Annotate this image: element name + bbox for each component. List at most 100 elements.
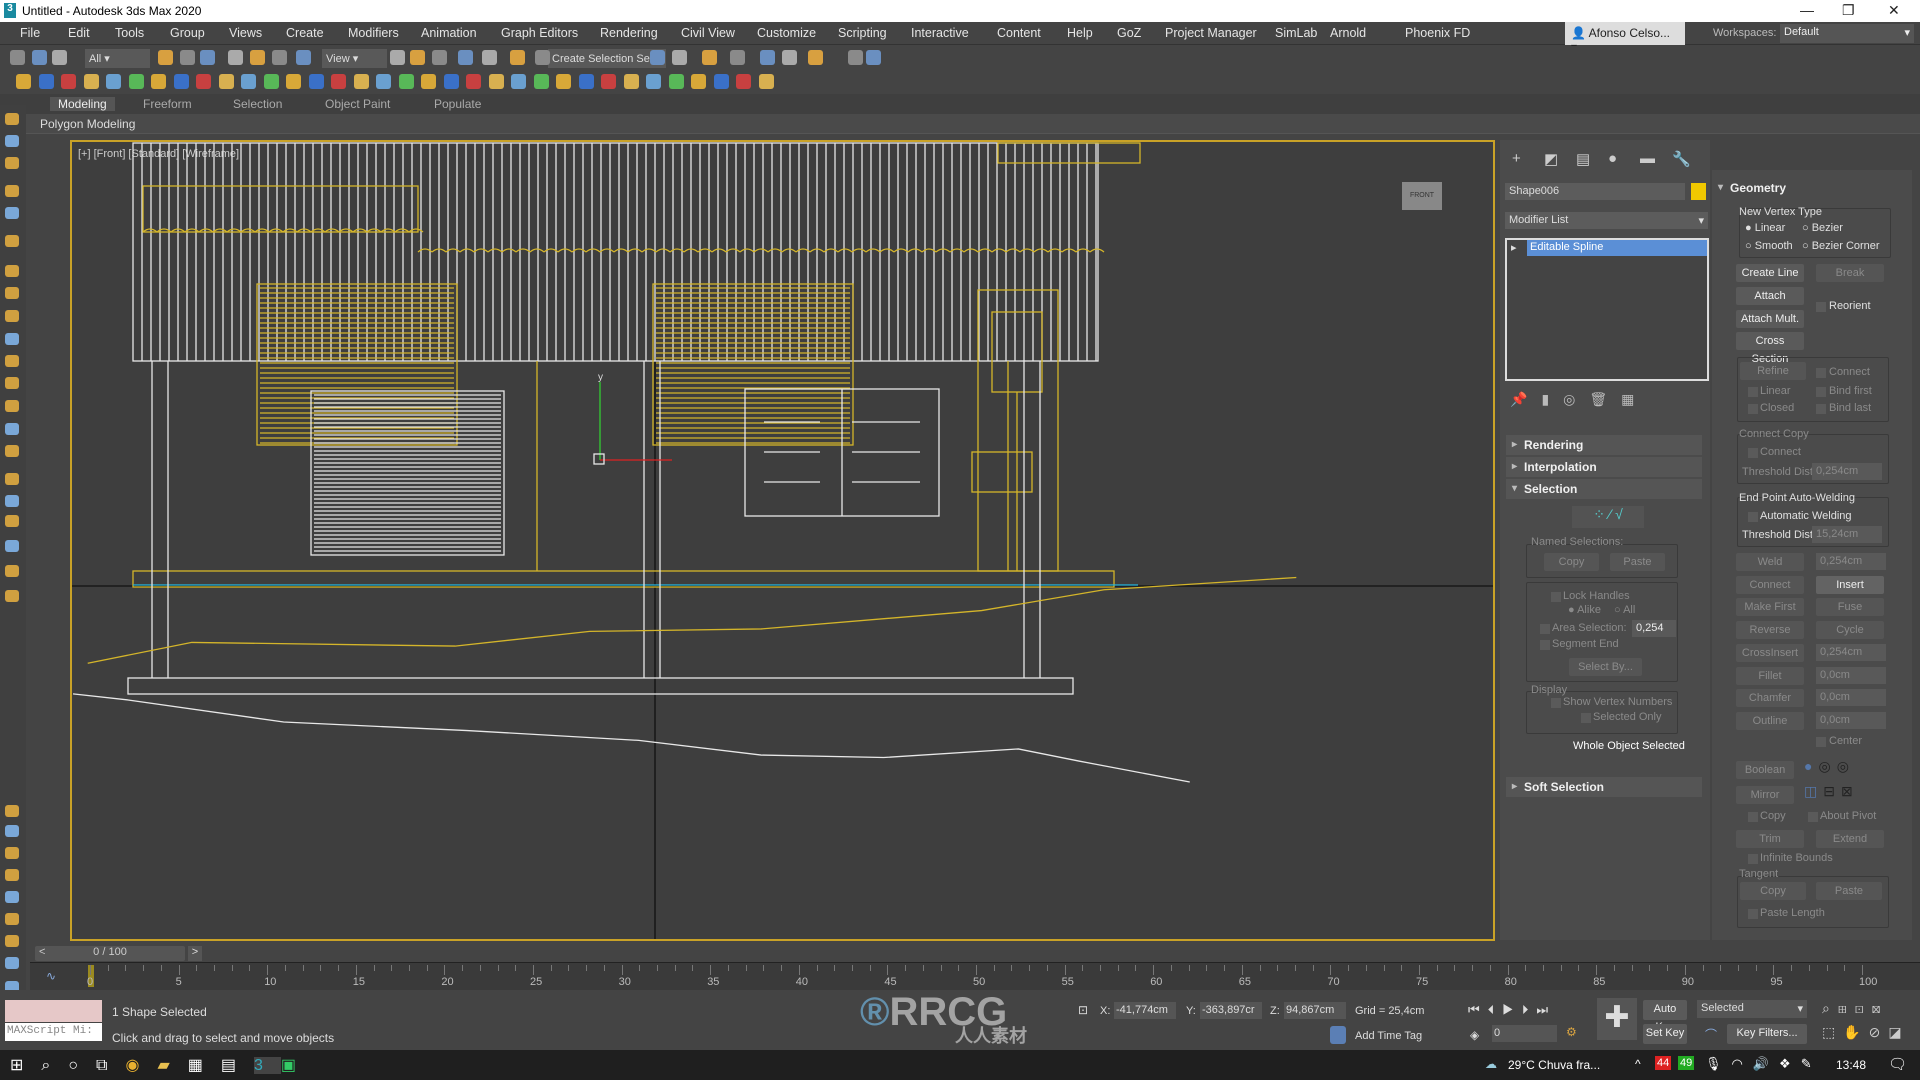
start-icon[interactable]: ⊞: [10, 1057, 41, 1074]
restore-button[interactable]: ❐: [1842, 2, 1855, 19]
toolbar-tool-icon[interactable]: [668, 74, 684, 89]
left-toolbar-icon[interactable]: [5, 825, 19, 837]
green-app-icon[interactable]: ▣: [281, 1057, 314, 1074]
left-toolbar-icon[interactable]: [5, 113, 19, 125]
left-toolbar-icon[interactable]: [5, 157, 19, 169]
left-toolbar-icon[interactable]: [5, 265, 19, 277]
prev-key-icon[interactable]: ⏴: [1488, 1002, 1503, 1017]
bezier-radio[interactable]: ○ Bezier: [1802, 222, 1843, 234]
object-name-field[interactable]: Shape006: [1505, 183, 1685, 200]
menu-file[interactable]: File: [20, 26, 40, 40]
mirror-horizontal-icon[interactable]: ◫: [1804, 783, 1823, 799]
menu-animation[interactable]: Animation: [421, 26, 477, 40]
ribbon-tab-populate[interactable]: Populate: [434, 97, 481, 111]
go-to-start-icon[interactable]: ⏮: [1468, 1002, 1488, 1017]
left-toolbar-icon[interactable]: [5, 869, 19, 881]
toolbar-tool-icon[interactable]: [650, 50, 665, 65]
expand-icon[interactable]: ▸: [1511, 241, 1517, 254]
weather-text[interactable]: 29°C Chuva fra...: [1508, 1058, 1600, 1072]
time-slider-thumb[interactable]: <0 / 100: [35, 946, 185, 961]
cortana-icon[interactable]: ○: [68, 1057, 96, 1074]
selection-filter-dropdown[interactable]: All ▾: [85, 49, 150, 68]
weld-spinner[interactable]: 0,254cm: [1816, 553, 1886, 570]
left-toolbar-icon[interactable]: [5, 495, 19, 507]
crossinsert-button[interactable]: CrossInsert: [1736, 644, 1804, 662]
automatic-welding-checkbox[interactable]: [1748, 512, 1758, 522]
chamfer-button[interactable]: Chamfer: [1736, 689, 1804, 707]
add-time-tag[interactable]: Add Time Tag: [1355, 1030, 1422, 1042]
alike-radio[interactable]: ● Alike: [1568, 604, 1601, 616]
ribbon-tab-selection[interactable]: Selection: [233, 97, 282, 111]
curve-editor-icon[interactable]: ∿: [46, 969, 56, 983]
area-selection-checkbox[interactable]: [1540, 624, 1550, 634]
zoom-icon[interactable]: ⌕: [1822, 1000, 1838, 1016]
calculator-icon[interactable]: ▦: [188, 1057, 221, 1074]
next-key-icon[interactable]: ⏵: [1522, 1002, 1537, 1017]
orbit-icon[interactable]: ⊘: [1869, 1024, 1889, 1040]
volume-icon[interactable]: 🔊: [1753, 1056, 1779, 1071]
polygon-modeling-label[interactable]: Polygon Modeling: [40, 117, 135, 131]
play-icon[interactable]: ▶: [1502, 1002, 1522, 1017]
weld-button[interactable]: Weld: [1736, 553, 1804, 571]
toolbar-tool-icon[interactable]: [730, 50, 745, 65]
toolbar-tool-icon[interactable]: [866, 50, 881, 65]
paste-length-checkbox[interactable]: [1748, 909, 1758, 919]
left-toolbar-icon[interactable]: [5, 400, 19, 412]
toolbar-tool-icon[interactable]: [128, 74, 144, 89]
toolbar-tool-icon[interactable]: [466, 74, 481, 89]
maxscript-mini-listener[interactable]: MAXScript Mi:: [5, 1023, 102, 1041]
threshold-dist2-spinner[interactable]: 15,24cm: [1812, 526, 1882, 543]
rollout-selection[interactable]: Selection: [1506, 479, 1702, 499]
toolbar-tool-icon[interactable]: [533, 74, 549, 89]
bind-last-checkbox[interactable]: [1816, 404, 1826, 414]
zoom-extents-all-icon[interactable]: ⊠: [1872, 1000, 1889, 1016]
close-button[interactable]: ✕: [1888, 2, 1900, 19]
dropbox-icon[interactable]: ❖: [1779, 1056, 1801, 1071]
toolbar-tool-icon[interactable]: [672, 50, 687, 65]
center-checkbox[interactable]: [1816, 737, 1826, 747]
ribbon-tab-object-paint[interactable]: Object Paint: [325, 97, 390, 111]
current-frame-field[interactable]: 0: [1492, 1025, 1557, 1042]
file-explorer-icon[interactable]: ▰: [157, 1057, 187, 1074]
hierarchy-tab-icon[interactable]: ▤: [1576, 150, 1590, 168]
pen-icon[interactable]: ✎: [1801, 1056, 1822, 1071]
modify-tab-icon[interactable]: ◩: [1544, 150, 1558, 168]
area-selection-spinner[interactable]: 0,254: [1632, 620, 1676, 637]
named-copy-button[interactable]: Copy: [1544, 553, 1599, 571]
menu-scripting[interactable]: Scripting: [838, 26, 887, 40]
menu-edit[interactable]: Edit: [68, 26, 90, 40]
all-radio[interactable]: ○ All: [1614, 604, 1635, 616]
mirror-type-buttons[interactable]: ◫⊟⊠: [1804, 783, 1874, 805]
stack-tools[interactable]: 📌▮◎🗑▦: [1510, 391, 1648, 408]
toolbar-tool-icon[interactable]: [296, 50, 311, 65]
menu-goz[interactable]: GoZ: [1117, 26, 1141, 40]
infinite-bounds-checkbox[interactable]: [1748, 854, 1758, 864]
menu-group[interactable]: Group: [170, 26, 205, 40]
left-toolbar-icon[interactable]: [5, 287, 19, 299]
zoom-all-icon[interactable]: ⊞: [1838, 1000, 1855, 1016]
about-pivot-checkbox[interactable]: [1808, 812, 1818, 822]
show-hidden-icons[interactable]: ^: [1635, 1057, 1641, 1071]
absolute-mode-icon[interactable]: ⊡: [1078, 1003, 1088, 1017]
trim-button[interactable]: Trim: [1736, 830, 1804, 848]
menu-modifiers[interactable]: Modifiers: [348, 26, 399, 40]
left-toolbar-icon[interactable]: [5, 377, 19, 389]
toolbar-tool-icon[interactable]: [488, 74, 504, 89]
network-icon[interactable]: ◠: [1732, 1056, 1753, 1071]
outline-spinner[interactable]: 0,0cm: [1816, 712, 1886, 729]
toolbar-tool-icon[interactable]: [691, 74, 706, 89]
vertex-level-icon[interactable]: ⁘: [1593, 506, 1605, 522]
menu-content[interactable]: Content: [997, 26, 1041, 40]
show-end-result-icon[interactable]: ▮: [1541, 391, 1563, 407]
toolbar-tool-icon[interactable]: [376, 74, 391, 89]
fuse-button[interactable]: Fuse: [1816, 598, 1884, 616]
left-toolbar-icon[interactable]: [5, 473, 19, 485]
menu-graph-editors[interactable]: Graph Editors: [501, 26, 578, 40]
time-configuration-icon[interactable]: ⚙: [1566, 1025, 1577, 1039]
menu-views[interactable]: Views: [229, 26, 262, 40]
rollout-soft-selection[interactable]: Soft Selection: [1506, 777, 1702, 797]
prev-frame-icon[interactable]: <: [39, 946, 45, 958]
attach-button[interactable]: Attach: [1736, 287, 1804, 305]
toolbar-tool-icon[interactable]: [250, 50, 265, 65]
break-button[interactable]: Break: [1816, 264, 1884, 282]
